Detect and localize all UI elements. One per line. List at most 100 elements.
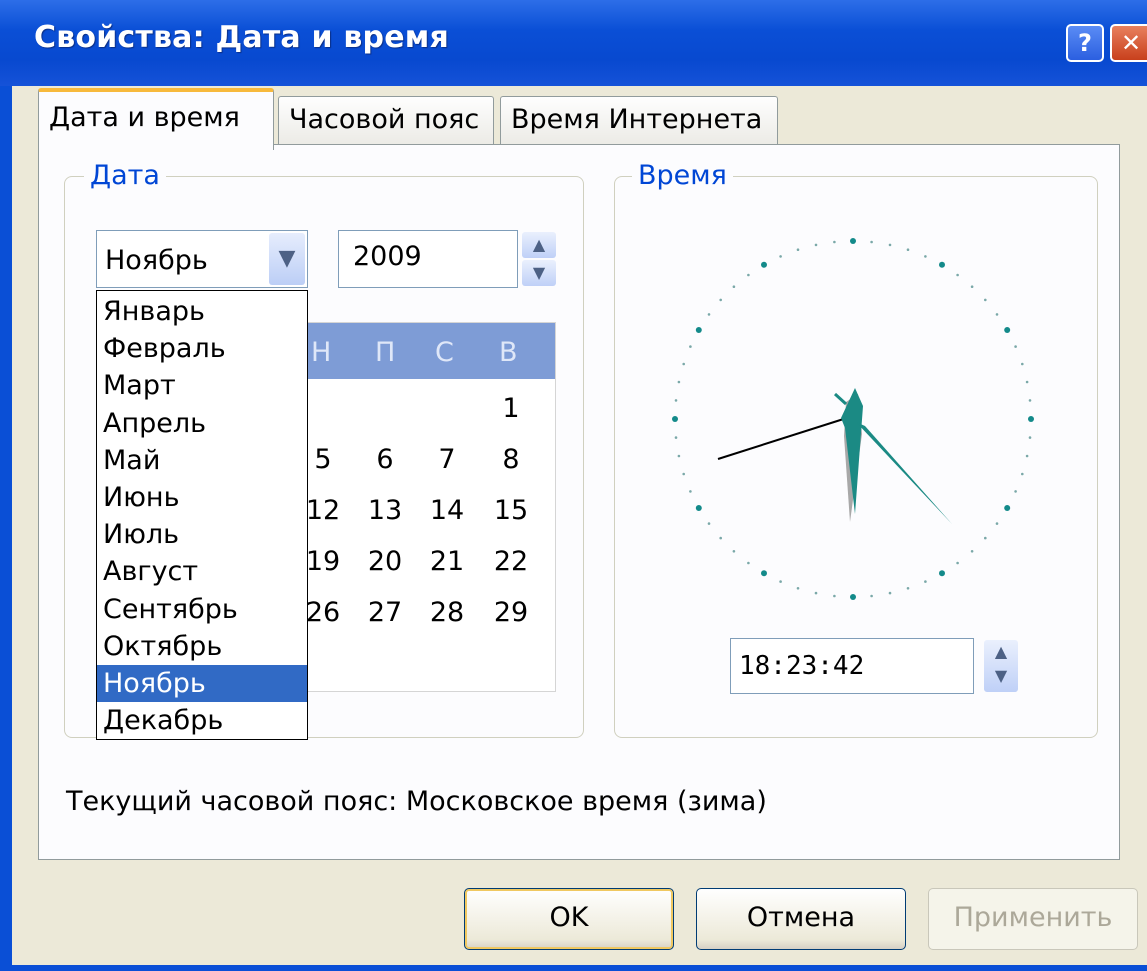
tab-internet-time[interactable]: Время Интернета [500,96,778,144]
clock-tick [970,550,974,553]
calendar-day[interactable]: 22 [491,546,531,577]
clock-second-hand [717,415,854,460]
month-option[interactable]: Апрель [97,405,307,442]
clock-tick [747,273,750,277]
tab-date-time[interactable]: Дата и время [38,88,274,150]
tab-time-zone[interactable]: Часовой пояс [278,96,494,144]
month-select[interactable]: Ноябрь ▼ [96,230,308,288]
year-input[interactable]: 2009 [338,230,518,288]
date-group-label: Дата [84,160,166,191]
clock-tick [779,580,782,583]
month-option[interactable]: Июль [97,516,307,553]
clock-tick [779,255,782,258]
clock-tick [674,436,678,439]
calendar-day[interactable]: 6 [365,444,405,475]
title-bar[interactable]: Свойства: Дата и время ? ✕ [0,0,1147,86]
clock-tick [1004,327,1011,333]
close-button[interactable]: ✕ [1110,24,1147,62]
clock-tick [906,587,910,590]
clock-tick [970,285,974,288]
clock-tick [719,298,722,302]
calendar-day[interactable]: 12 [303,495,343,526]
calendar-day[interactable]: 29 [491,597,531,628]
clock-tick [672,416,678,422]
clock-tick [695,505,702,511]
clock-minute-hand [856,422,952,524]
weekday-label: Н [311,337,332,368]
clock-tick [1028,399,1032,402]
help-button[interactable]: ? [1066,24,1104,62]
time-input[interactable]: 18:23:42 [730,638,974,694]
clock-tick [674,399,678,402]
clock-tick [1028,416,1034,422]
clock-tick [906,248,910,251]
clock-tick [833,594,836,598]
window-border-bottom [0,965,1147,971]
clock-tick [1025,380,1029,384]
calendar-day[interactable]: 14 [427,495,467,526]
clock-tick [1004,505,1011,511]
calendar-day[interactable]: 13 [365,495,405,526]
clock-tick [707,522,711,525]
calendar-day[interactable]: 8 [491,444,531,475]
clock-tick [732,550,736,553]
month-option[interactable]: Март [97,367,307,404]
clock-tick [924,580,927,583]
calendar-day[interactable]: 20 [365,546,405,577]
analog-clock [672,238,1034,600]
clock-tick [870,594,873,598]
month-option[interactable]: Февраль [97,330,307,367]
ok-button[interactable]: OK [464,888,674,950]
clock-tick [695,327,702,333]
chevron-down-icon[interactable]: ▼ [269,233,305,285]
apply-button[interactable]: Применить [928,888,1138,950]
time-spin-icon[interactable]: ▲ ▼ [984,640,1018,692]
month-dropdown-list[interactable]: Январь Февраль Март Апрель Май Июнь Июль Август… [96,290,308,740]
clock-tick [689,490,692,493]
clock-tick [1025,454,1029,458]
calendar-day[interactable]: 1 [491,393,531,424]
month-option[interactable]: Октябрь [97,628,307,665]
month-option[interactable]: Ноябрь [97,665,307,702]
clock-tick [1014,345,1017,348]
spin-up-icon[interactable]: ▲ [522,232,556,258]
month-option[interactable]: Август [97,553,307,590]
calendar-day[interactable]: 7 [427,444,467,475]
clock-tick [956,561,959,565]
clock-tick [707,313,711,316]
cancel-button[interactable]: Отмена [696,888,906,950]
calendar-day[interactable]: 15 [491,495,531,526]
clock-tick [682,362,685,366]
clock-tick [939,570,945,577]
calendar-day[interactable]: 19 [303,546,343,577]
month-option[interactable]: Декабрь [97,702,307,739]
calendar-day[interactable]: 26 [303,597,343,628]
clock-tick [719,536,722,540]
clock-tick [677,454,681,458]
clock-tick [888,591,892,595]
month-option[interactable]: Сентябрь [97,591,307,628]
clock-tick [939,261,945,268]
clock-tick [814,591,818,595]
weekday-label: П [375,337,396,368]
month-select-value: Ноябрь [105,245,208,276]
clock-tick [984,536,987,540]
clock-tick [682,472,685,476]
clock-tick [850,594,856,600]
clock-tick [888,243,892,247]
month-option[interactable]: Июнь [97,479,307,516]
spin-down-icon[interactable]: ▼ [522,260,556,286]
window-title: Свойства: Дата и время [34,20,449,55]
clock-tick [689,345,692,348]
clock-tick [732,285,736,288]
month-option[interactable]: Январь [97,293,307,330]
calendar-day[interactable]: 21 [427,546,467,577]
calendar-day[interactable]: 28 [427,597,467,628]
clock-tick [924,255,927,258]
clock-tick [796,248,800,251]
clock-tick [984,298,987,302]
clock-tick [1021,362,1024,366]
month-option[interactable]: Май [97,442,307,479]
calendar-day[interactable]: 5 [303,444,343,475]
calendar-day[interactable]: 27 [365,597,405,628]
